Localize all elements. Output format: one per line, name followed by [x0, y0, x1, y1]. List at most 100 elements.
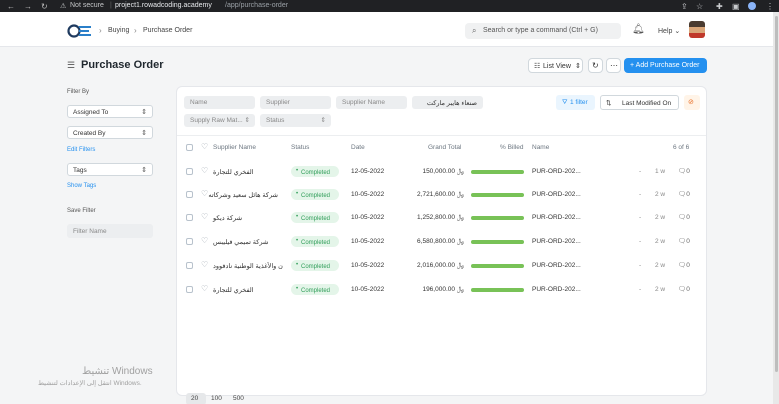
status-filter[interactable]: Status ⇕ [260, 114, 331, 127]
chevron-right-icon: › [99, 26, 102, 35]
supplier-filter[interactable]: Supplier [260, 96, 331, 109]
page-size-500[interactable]: 500 [230, 393, 250, 404]
filter-name-input[interactable]: Filter Name [67, 224, 153, 238]
status-badge: • Completed [291, 212, 339, 223]
heart-icon[interactable]: ♡ [201, 237, 208, 245]
heart-icon[interactable]: ♡ [201, 167, 208, 175]
search-bar[interactable]: ⌕ Search or type a command (Ctrl + G) [465, 23, 621, 39]
refresh-button[interactable]: ↻ [588, 58, 603, 73]
url-host[interactable]: project1.rowadcoding.academy [115, 2, 212, 9]
assigned-to-select[interactable]: Assigned To ⇕ [67, 105, 153, 118]
back-icon[interactable]: ← [7, 2, 15, 11]
menu-icon[interactable]: ⋮ [766, 2, 774, 11]
add-purchase-order-button[interactable]: + Add Purchase Order [624, 58, 707, 73]
heart-icon[interactable]: ♡ [201, 285, 208, 293]
comment-count[interactable]: 🗨︎0 [678, 167, 690, 175]
name-cell[interactable]: PUR-ORD-202... [532, 214, 581, 221]
reload-icon[interactable]: ↻ [41, 2, 48, 11]
share-icon[interactable]: ⇪ [681, 2, 688, 11]
tags-select[interactable]: Tags ⇕ [67, 163, 153, 176]
sidebar-icon[interactable]: ▣ [732, 2, 740, 11]
supplier-name-cell[interactable]: الفخري للتجارة [213, 168, 278, 176]
more-actions-button[interactable]: ⋯ [606, 58, 621, 73]
arabic-value-filter[interactable]: صنعاء هايبر ماركت [412, 96, 483, 109]
name-filter[interactable]: Name [184, 96, 255, 109]
status-value: Completed [301, 216, 331, 222]
row-checkbox[interactable] [186, 262, 193, 269]
row-checkbox[interactable] [186, 286, 193, 293]
star-icon[interactable]: ☆ [696, 2, 703, 11]
billed-progress-bar [471, 240, 524, 244]
row-checkbox[interactable] [186, 168, 193, 175]
supplier-name-cell[interactable]: الفخري للتجارة [213, 286, 278, 294]
chevron-updown-icon: ⇕ [575, 63, 581, 70]
help-dropdown[interactable]: Help ⌄ [658, 27, 680, 35]
row-checkbox[interactable] [186, 214, 193, 221]
page-size-100[interactable]: 100 [208, 393, 228, 404]
supplier-name-cell[interactable]: ن والأغذية الوطنية نادفوود [213, 262, 285, 270]
billed-progress-bar [471, 264, 524, 268]
status-value: Completed [301, 288, 331, 294]
billed-progress-bar [471, 216, 524, 220]
sort-button[interactable]: ⇅ Last Modified On [600, 95, 679, 110]
notification-bell-icon[interactable]: 🔔︎ [632, 24, 645, 35]
name-cell[interactable]: PUR-ORD-202... [532, 238, 581, 245]
breadcrumb-buying[interactable]: Buying [108, 27, 129, 34]
comment-count[interactable]: 🗨︎0 [678, 285, 690, 293]
date-cell: 10-05-2022 [351, 191, 385, 198]
select-all-checkbox[interactable] [186, 144, 193, 151]
column-grand-total[interactable]: Grand Total [428, 144, 461, 151]
heart-icon[interactable]: ♡ [201, 261, 208, 269]
sidebar-toggle-icon[interactable]: ☰ [67, 60, 75, 71]
column-name[interactable]: Name [532, 144, 549, 151]
comment-count[interactable]: 🗨︎0 [678, 237, 690, 245]
column-billed[interactable]: % Billed [500, 144, 523, 151]
list-view-button[interactable]: ☷ List View ⇕ [528, 58, 583, 73]
comment-value: 0 [686, 238, 690, 245]
supply-raw-materials-filter[interactable]: Supply Raw Mat... ⇕ [184, 114, 255, 127]
profile-avatar[interactable] [748, 2, 756, 10]
breadcrumb-purchase-order[interactable]: Purchase Order [143, 27, 192, 34]
supplier-name-filter[interactable]: Supplier Name [336, 96, 407, 109]
filter-button[interactable]: ⛛ 1 filter [556, 95, 595, 110]
heart-icon[interactable]: ♡ [201, 143, 208, 151]
save-filter-label: Save Filter [67, 208, 96, 214]
security-label[interactable]: Not secure [70, 2, 104, 9]
show-tags-link[interactable]: Show Tags [67, 183, 96, 189]
comment-value: 0 [686, 214, 690, 221]
url-path[interactable]: /app/purchase-order [225, 2, 288, 9]
comment-count[interactable]: 🗨︎0 [678, 213, 690, 221]
list-view-label: List View [543, 63, 571, 70]
row-dash: - [639, 286, 642, 293]
name-cell[interactable]: PUR-ORD-202... [532, 262, 581, 269]
supplier-name-cell[interactable]: شركة ديكو [213, 214, 278, 222]
extensions-icon[interactable]: ✚ [716, 2, 723, 11]
windows-watermark-subtitle: انتقل إلى الإعدادات لتنشيط Windows. [38, 380, 142, 387]
row-checkbox[interactable] [186, 191, 193, 198]
created-by-select[interactable]: Created By ⇕ [67, 126, 153, 139]
app-logo[interactable] [67, 24, 93, 38]
modified-ago: 2 w [655, 286, 666, 293]
name-cell[interactable]: PUR-ORD-202... [532, 168, 581, 175]
comment-count[interactable]: 🗨︎0 [678, 190, 690, 198]
name-cell[interactable]: PUR-ORD-202... [532, 286, 581, 293]
row-checkbox[interactable] [186, 238, 193, 245]
heart-icon[interactable]: ♡ [201, 190, 208, 198]
forward-icon[interactable]: → [24, 2, 32, 11]
heart-icon[interactable]: ♡ [201, 213, 208, 221]
supplier-name-cell[interactable]: شركة تميمي فيليبس [213, 238, 278, 246]
scrollbar-thumb[interactable] [775, 16, 778, 372]
clear-filters-button[interactable]: ⊘ [684, 95, 700, 110]
user-avatar[interactable] [689, 21, 705, 38]
chevron-right-icon: › [134, 26, 137, 35]
sort-order-icon: ⇅ [606, 100, 612, 107]
warning-icon[interactable]: ⚠ [60, 2, 66, 10]
page-size-20[interactable]: 20 [186, 393, 206, 404]
column-status[interactable]: Status [291, 144, 309, 151]
name-cell[interactable]: PUR-ORD-202... [532, 191, 581, 198]
supplier-name-cell[interactable]: شركة هائل سعيد وشركاته [208, 191, 278, 199]
column-date[interactable]: Date [351, 144, 365, 151]
column-supplier-name[interactable]: Supplier Name [213, 144, 256, 151]
comment-count[interactable]: 🗨︎0 [678, 261, 690, 269]
edit-filters-link[interactable]: Edit Filters [67, 147, 95, 153]
